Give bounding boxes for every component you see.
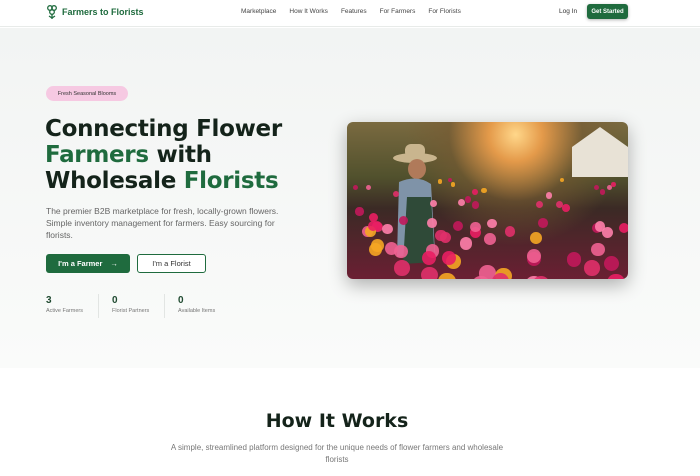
nav-features[interactable]: Features (341, 8, 367, 15)
flower (566, 252, 582, 267)
flower (607, 184, 613, 191)
get-started-button[interactable]: Get Started (587, 4, 628, 19)
flower (355, 207, 364, 216)
flower (438, 272, 456, 279)
flower (452, 220, 464, 232)
flower (426, 218, 437, 228)
nav-for-farmers[interactable]: For Farmers (380, 8, 416, 15)
flower (618, 222, 628, 234)
stat-florist-partners: 0 Florist Partners (112, 295, 149, 314)
arrow-right-icon: → (110, 259, 118, 268)
stat-active-farmers: 3 Active Farmers (46, 295, 83, 314)
flower-logo-icon (47, 5, 57, 19)
flower (394, 260, 411, 276)
title-line-1: Connecting Flower (45, 116, 282, 142)
how-it-works-title: How It Works (265, 410, 409, 432)
stat-value: 3 (46, 295, 52, 306)
flower (594, 221, 606, 232)
divider (98, 294, 99, 318)
how-it-works-subtitle: A simple, streamlined platform designed … (170, 443, 504, 464)
florist-button[interactable]: I'm a Florist (137, 254, 206, 273)
flower (535, 200, 544, 208)
farmer-button[interactable]: I'm a Farmer → (46, 254, 130, 273)
flower (382, 223, 393, 235)
hero-image-farmer-in-flower-field (347, 122, 628, 279)
flower (371, 239, 384, 253)
title-with: with (148, 142, 212, 168)
flower (450, 182, 456, 187)
title-farmers: Farmers (45, 142, 149, 168)
flower (464, 195, 472, 203)
nav-for-florists[interactable]: For Florists (428, 8, 461, 15)
stat-label: Available Items (178, 308, 216, 314)
flower (607, 273, 625, 279)
flower (481, 187, 487, 194)
flower (545, 192, 552, 199)
flower (459, 237, 473, 250)
flower (352, 185, 359, 191)
stat-value: 0 (112, 295, 118, 306)
divider (164, 294, 165, 318)
seasonal-badge: Fresh Seasonal Blooms (46, 86, 128, 101)
nav-marketplace[interactable]: Marketplace (241, 8, 276, 15)
flower (457, 198, 465, 206)
flower (483, 233, 496, 245)
flower (486, 218, 497, 229)
brand-logo[interactable]: Farmers to Florists (47, 5, 144, 19)
flower (471, 189, 478, 195)
farmhouse (572, 127, 628, 177)
flower (366, 185, 372, 191)
flower (593, 184, 600, 190)
hero-section: Fresh Seasonal Blooms Connecting Flower F… (0, 28, 700, 368)
flower (559, 177, 564, 182)
nav-how-it-works[interactable]: How It Works (289, 8, 328, 15)
top-nav: Farmers to Florists Marketplace How It W… (0, 0, 700, 27)
hero-title: Connecting Flower Farmers with Wholesale F… (45, 116, 282, 194)
flower (562, 204, 571, 212)
brand-name: Farmers to Florists (62, 7, 144, 17)
title-wholesale: Wholesale (45, 168, 184, 194)
farmer-button-label: I'm a Farmer (58, 259, 103, 268)
stat-value: 0 (178, 295, 184, 306)
flower (530, 232, 543, 245)
flower (470, 222, 481, 233)
flower (435, 229, 447, 242)
flower (504, 226, 516, 237)
flower (599, 189, 606, 195)
hero-description: The premier B2B marketplace for fresh, l… (46, 206, 279, 240)
flower (448, 177, 453, 182)
flower (471, 201, 479, 209)
flower (437, 179, 443, 184)
stat-label: Florist Partners (112, 308, 150, 314)
flower (583, 260, 600, 276)
flower (604, 255, 620, 271)
flower (526, 248, 541, 263)
flower (591, 243, 605, 257)
flower (538, 218, 549, 228)
login-link[interactable]: Log In (559, 8, 577, 15)
flower (393, 190, 400, 197)
title-florists: Florists (183, 168, 279, 194)
flower (421, 266, 438, 279)
flower (394, 244, 408, 259)
stat-label: Active Farmers (46, 308, 83, 314)
stat-available-items: 0 Available Items (178, 295, 215, 314)
